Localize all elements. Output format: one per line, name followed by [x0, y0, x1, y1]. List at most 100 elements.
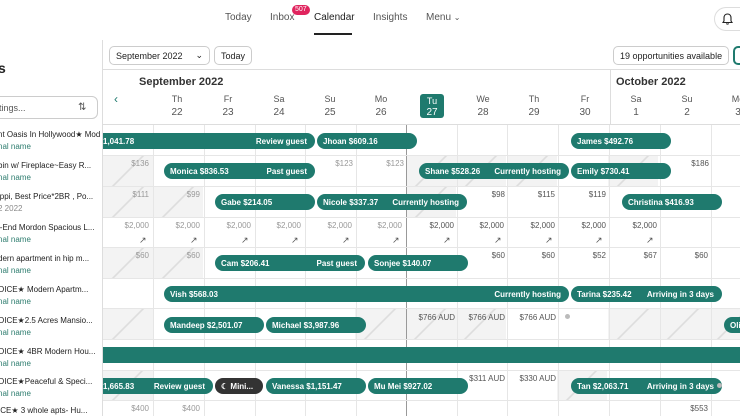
reservation-status: Past guest — [266, 167, 307, 176]
reservation-label: Mandeep $2,501.07 — [170, 321, 243, 330]
day-header[interactable]: Sa 24 — [259, 94, 299, 118]
listing-item[interactable]: OICE★ Modern Apartm... nal name — [0, 285, 100, 306]
day-number: 23 — [222, 107, 234, 118]
reservation-bar[interactable]: Emily $730.41 — [571, 163, 671, 179]
opportunities-button[interactable]: 19 opportunities available — [613, 46, 730, 65]
grid-line — [103, 339, 740, 340]
day-header[interactable]: We 28 — [463, 94, 503, 118]
reservation-bar[interactable]: Cam $206.41 Past guest — [215, 255, 365, 271]
reservation-bar[interactable]: 1,041.78 Review guest — [103, 133, 315, 149]
day-header[interactable]: Su 2 — [667, 94, 707, 118]
reservation-bar[interactable]: Oli — [724, 317, 740, 333]
grid-line — [711, 125, 712, 416]
reservation-bar[interactable]: Monica $836.53 Past guest — [164, 163, 315, 179]
nav-active-indicator — [314, 33, 352, 35]
listing-subtitle: 2 2022 — [0, 204, 23, 213]
nav-inbox[interactable]: Inbox — [270, 12, 294, 23]
reservation-bar[interactable]: Michael $3,987.96 — [266, 317, 366, 333]
reservation-bar[interactable]: Vish $568.03 Currently hosting — [164, 286, 569, 302]
nav-menu[interactable]: Menu ⌄ — [426, 12, 461, 23]
day-of-week: Su — [681, 94, 693, 104]
nightly-price: $553 — [690, 404, 708, 413]
day-of-week: Sa — [273, 94, 285, 104]
month-label: September 2022 — [139, 76, 224, 88]
nightly-price: $2,000 — [632, 221, 657, 230]
reservation-label: Tan $2,063.71 — [577, 382, 629, 391]
reservation-band[interactable] — [103, 347, 740, 363]
day-header[interactable]: Sa 1 — [616, 94, 656, 118]
day-of-week: Th — [171, 94, 183, 104]
reservation-status: Review guest — [255, 137, 307, 146]
chevron-left-icon[interactable]: ‹ — [114, 92, 118, 106]
day-header[interactable]: Mo 3 — [718, 94, 740, 118]
nightly-price: $2,000 — [124, 221, 149, 230]
filter-icon[interactable]: ⇅ — [78, 102, 86, 113]
reservation-bar[interactable]: James $492.76 — [571, 133, 671, 149]
listing-item[interactable]: bin w/ Fireplace~Easy R... nal name — [0, 161, 100, 182]
nav-today[interactable]: Today — [225, 12, 252, 23]
nav-insights[interactable]: Insights — [373, 12, 407, 23]
reservation-label: Mini... — [230, 382, 254, 391]
reservation-bar[interactable]: Vanessa $1,151.47 — [266, 378, 366, 394]
reservation-bar[interactable]: Tan $2,063.71 Arriving in 3 days — [571, 378, 722, 394]
nightly-price: $2,000 — [377, 221, 402, 230]
listing-item[interactable]: ICE★ 3 whole apts- Hu... — [0, 406, 100, 415]
trend-icon: ↗ — [190, 235, 198, 245]
trend-icon: ↗ — [392, 235, 400, 245]
reservation-label: James $492.76 — [577, 137, 634, 146]
reservation-bar[interactable]: Shane $528.26 Currently hosting — [419, 163, 569, 179]
reservation-label: 1,665.83 — [103, 382, 135, 391]
listing-item[interactable]: l-End Mordon Spacious L... nal name — [0, 223, 100, 244]
day-of-week: Mo — [731, 94, 740, 104]
reservation-bar[interactable]: Nicole $337.37 Currently hosting — [317, 194, 467, 210]
nightly-price: $2,000 — [530, 221, 555, 230]
nav-menu-label: Menu — [426, 12, 452, 23]
day-of-week: Mo — [374, 94, 388, 104]
reservation-bar[interactable]: ☾ Mini... — [215, 378, 263, 394]
day-of-week: Th — [528, 94, 540, 104]
nightly-price: $99 — [186, 190, 200, 199]
reservation-label: Tarina $235.42 — [577, 290, 632, 299]
listing-item[interactable]: OICE★Peaceful & Speci... nal name — [0, 377, 100, 398]
day-header[interactable]: Fr 30 — [565, 94, 605, 118]
blocked-cell[interactable] — [103, 309, 153, 339]
today-button[interactable]: Today — [214, 46, 253, 65]
reservation-bar[interactable]: Sonjee $140.07 — [368, 255, 468, 271]
day-number: 29 — [528, 107, 540, 118]
day-header[interactable]: Th 29 — [514, 94, 554, 118]
reservation-bar[interactable]: Jhoan $609.16 — [317, 133, 417, 149]
grid-line — [103, 155, 740, 156]
nightly-price: $60 — [541, 251, 555, 260]
settings-button[interactable] — [733, 46, 740, 65]
day-number: 1 — [633, 107, 639, 118]
day-header-today[interactable]: Tu 27 — [420, 94, 444, 118]
grid-line — [103, 308, 740, 309]
listing-item[interactable]: dern apartment in hip m... nal name — [0, 254, 100, 275]
reservation-bar[interactable]: 1,665.83 Review guest — [103, 378, 213, 394]
reservation-bar[interactable]: Mu Mei $927.02 — [368, 378, 468, 394]
listing-item[interactable]: nt Oasis In Hollywood★ Mod... nal name — [0, 130, 100, 151]
listing-item[interactable]: OICE★2.5 Acres Mansio... nal name — [0, 316, 100, 337]
day-header[interactable]: Fr 23 — [208, 94, 248, 118]
reservation-bar[interactable]: Mandeep $2,501.07 — [164, 317, 264, 333]
grid-line — [103, 186, 740, 187]
reservation-bar[interactable]: Christina $416.93 — [622, 194, 722, 210]
listing-name: OICE★ 4BR Modern Hou... — [0, 347, 96, 356]
listing-name: OICE★2.5 Acres Mansio... — [0, 316, 93, 325]
trend-icon: ↗ — [139, 235, 147, 245]
listing-item[interactable]: OICE★ 4BR Modern Hou... nal name — [0, 347, 100, 368]
nav-calendar[interactable]: Calendar — [314, 12, 355, 23]
bell-icon — [722, 13, 733, 25]
day-header[interactable]: Mo 26 — [361, 94, 401, 118]
notifications-button[interactable] — [714, 7, 740, 31]
top-nav: Today Inbox 507 Calendar Insights Menu ⌄ — [0, 0, 740, 40]
blocked-cell[interactable] — [608, 309, 740, 339]
reservation-bar[interactable]: Tarina $235.42 Arriving in 3 days — [571, 286, 722, 302]
day-header[interactable]: Th 22 — [157, 94, 197, 118]
day-header[interactable]: Su 25 — [310, 94, 350, 118]
reservation-bar[interactable]: Gabe $214.05 — [215, 194, 315, 210]
day-number: 28 — [477, 107, 489, 118]
listing-item[interactable]: ippi, Best Price*2BR , Po... 2 2022 — [0, 192, 100, 213]
month-select[interactable]: September 2022 ⌄ — [109, 46, 210, 65]
nightly-price: $60 — [186, 251, 200, 260]
